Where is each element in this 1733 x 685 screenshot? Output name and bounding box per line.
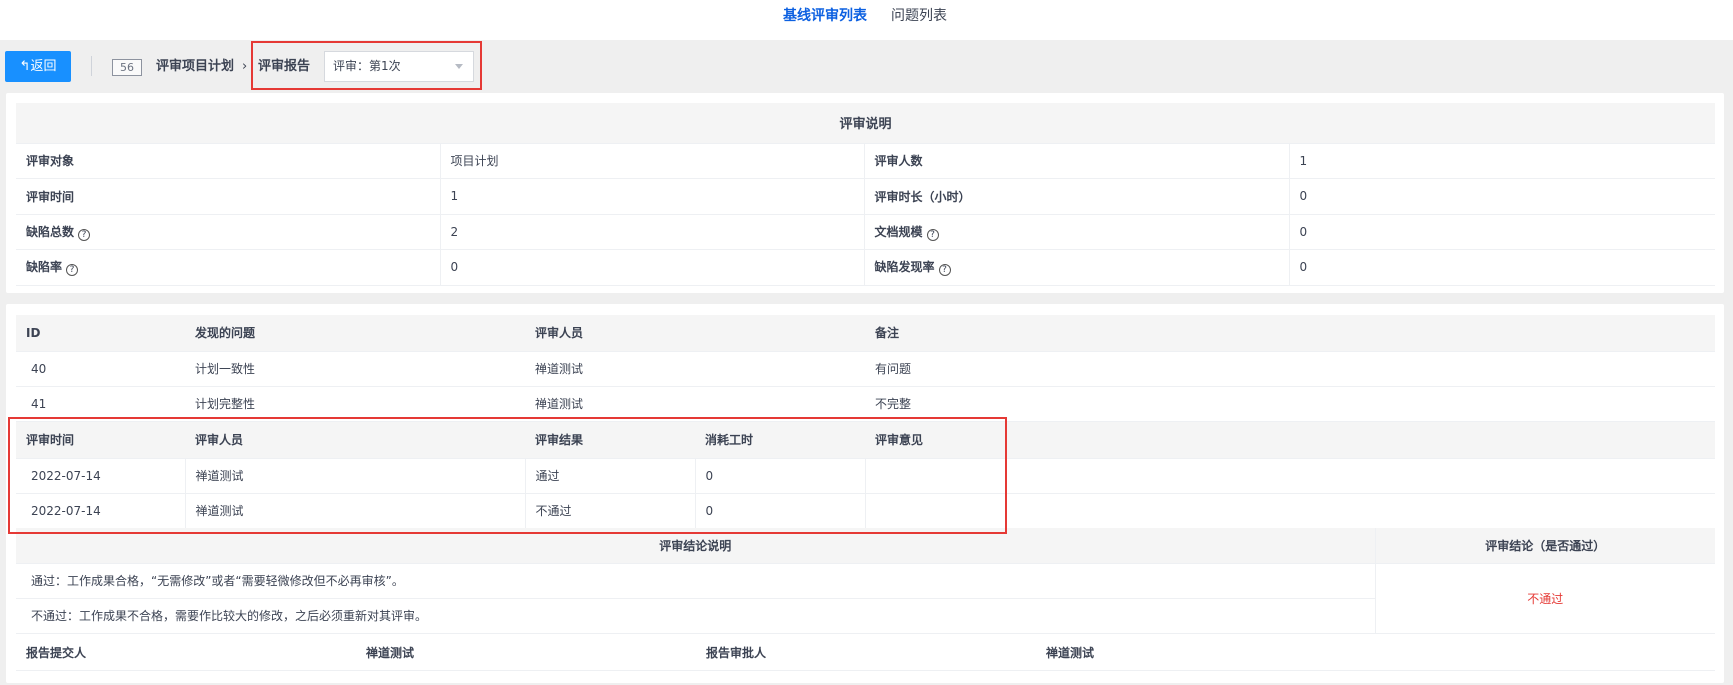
cell-id: 40	[16, 351, 185, 387]
highlight-box-select	[251, 41, 482, 90]
review-id-badge: 56	[112, 59, 142, 76]
top-nav: 基线评审列表 问题列表	[0, 0, 1733, 40]
label-defect-rate: 缺陷率?	[16, 249, 441, 286]
cell-issue: 计划一致性	[185, 351, 525, 387]
value-defect-discovery-rate: 0	[1289, 249, 1716, 286]
conclusion-fail-desc: 不通过：工作成果不合格，需要作比较大的修改，之后必须重新对其评审。	[16, 598, 1375, 634]
value-report-approver: 禅道测试	[1036, 635, 1715, 671]
toolbar-divider	[91, 56, 92, 76]
table-row: 缺陷总数? 2 文档规模? 0	[16, 214, 1716, 250]
highlight-box-reviews	[8, 417, 1007, 534]
table-row: 40 计划一致性 禅道测试 有问题	[16, 351, 1715, 387]
value-review-object: 项目计划	[440, 143, 865, 179]
cell-issue: 计划完整性	[185, 386, 525, 422]
cell-id: 41	[16, 386, 185, 422]
col-reviewer: 评审人员	[525, 315, 865, 352]
report-footer-table: 报告提交人 禅道测试 报告审批人 禅道测试	[16, 635, 1715, 671]
label-defect-discovery-rate-text: 缺陷发现率	[874, 260, 935, 275]
help-icon[interactable]: ?	[78, 228, 91, 241]
help-icon[interactable]: ?	[926, 228, 939, 241]
table-row: 通过：工作成果合格，“无需修改”或者“需要轻微修改但不必再审核”。 不通过	[16, 563, 1715, 634]
cell-reviewer: 禅道测试	[525, 351, 865, 387]
label-review-object: 评审对象	[16, 143, 441, 179]
back-button[interactable]: ↰返回	[5, 51, 71, 82]
value-report-submitter: 禅道测试	[356, 635, 696, 671]
conclusion-result-header: 评审结论（是否通过）	[1374, 528, 1715, 564]
conclusion-pass-desc: 通过：工作成果合格，“无需修改”或者“需要轻微修改但不必再审核”。	[16, 563, 1375, 599]
review-info-panel: 评审说明 评审对象 项目计划 评审人数 1 评审时间 1 评审时长（小时） 0 …	[6, 93, 1724, 293]
label-review-time: 评审时间	[16, 178, 441, 215]
col-issue: 发现的问题	[185, 315, 525, 352]
table-header-row: ID 发现的问题 评审人员 备注	[16, 315, 1715, 352]
col-id: ID	[16, 315, 185, 352]
value-review-duration: 0	[1289, 178, 1716, 215]
value-review-time: 1	[440, 178, 865, 215]
label-defect-discovery-rate: 缺陷发现率?	[864, 249, 1290, 286]
col-remark: 备注	[865, 315, 1715, 352]
table-row: 评审时间 1 评审时长（小时） 0	[16, 178, 1716, 215]
help-icon[interactable]: ?	[938, 264, 951, 277]
value-doc-size: 0	[1289, 214, 1716, 250]
tab-baseline-review-list[interactable]: 基线评审列表	[783, 7, 867, 25]
value-defect-rate: 0	[440, 249, 865, 286]
tab-issue-list[interactable]: 问题列表	[891, 7, 947, 25]
review-info-table: 评审说明 评审对象 项目计划 评审人数 1 评审时间 1 评审时长（小时） 0 …	[16, 103, 1716, 286]
table-row: 41 计划完整性 禅道测试 不完整	[16, 386, 1715, 422]
label-report-submitter: 报告提交人	[16, 635, 356, 671]
breadcrumb-separator: ›	[242, 59, 248, 74]
label-defect-total-text: 缺陷总数	[26, 224, 75, 239]
label-doc-size-text: 文档规模	[874, 224, 923, 239]
label-reviewer-count: 评审人数	[864, 143, 1290, 179]
breadcrumb-review-plan[interactable]: 评审项目计划	[156, 58, 234, 76]
table-row: 缺陷率? 0 缺陷发现率? 0	[16, 249, 1716, 286]
conclusion-table: 评审结论说明 评审结论（是否通过） 通过：工作成果合格，“无需修改”或者“需要轻…	[16, 528, 1715, 634]
issues-table: ID 发现的问题 评审人员 备注 40 计划一致性 禅道测试 有问题 41 计划…	[16, 315, 1715, 422]
value-reviewer-count: 1	[1289, 143, 1716, 179]
value-defect-total: 2	[440, 214, 865, 250]
review-info-title: 评审说明	[16, 103, 1716, 144]
conclusion-result: 不通过	[1374, 563, 1715, 634]
help-icon[interactable]: ?	[66, 264, 79, 277]
label-report-approver: 报告审批人	[696, 635, 1036, 671]
label-defect-total: 缺陷总数?	[16, 214, 441, 250]
table-row: 报告提交人 禅道测试 报告审批人 禅道测试	[16, 635, 1715, 671]
label-review-duration: 评审时长（小时）	[864, 178, 1290, 215]
label-defect-rate-text: 缺陷率	[26, 260, 63, 275]
table-row: 评审对象 项目计划 评审人数 1	[16, 143, 1716, 179]
cell-reviewer: 禅道测试	[525, 386, 865, 422]
cell-remark: 不完整	[865, 386, 1715, 422]
label-doc-size: 文档规模?	[864, 214, 1290, 250]
cell-remark: 有问题	[865, 351, 1715, 387]
